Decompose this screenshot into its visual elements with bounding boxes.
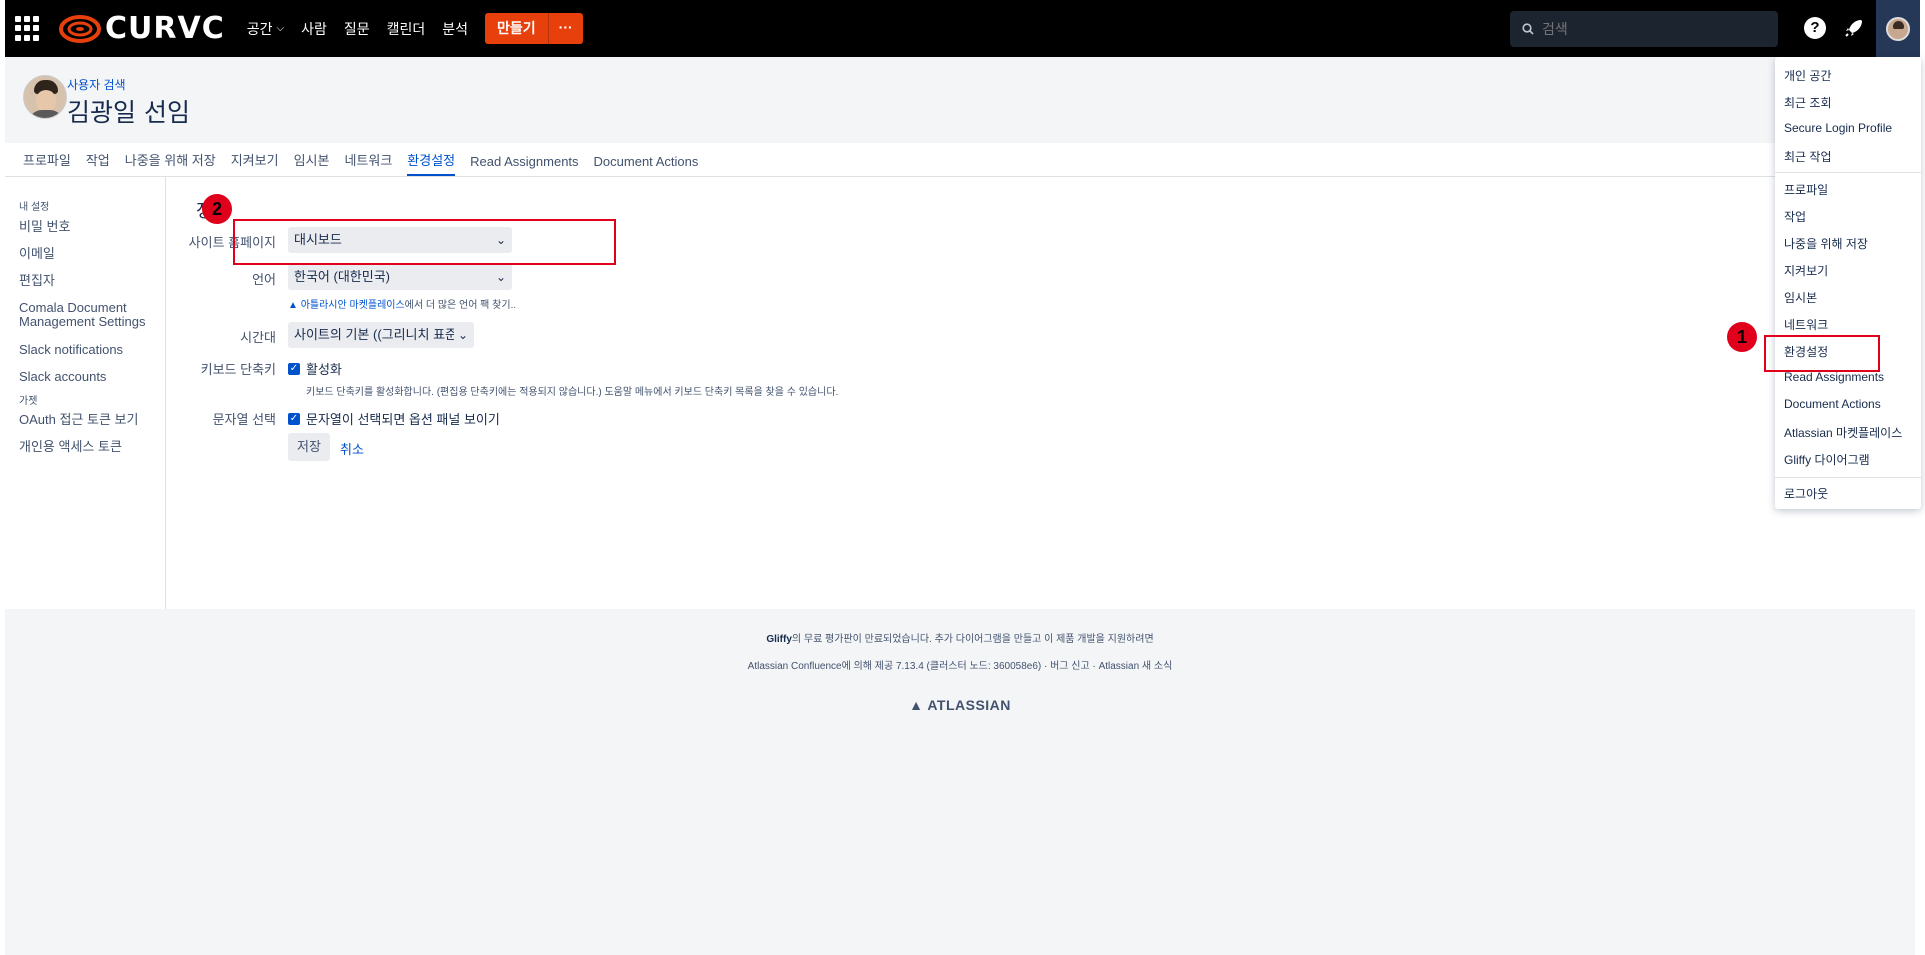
notifications-button[interactable] bbox=[1841, 15, 1867, 41]
shortcut-hint: 키보드 단축키를 활성화합니다. (편집용 단축키에는 적용되지 않습니다.) … bbox=[306, 387, 839, 398]
tab-network[interactable]: 네트워크 bbox=[344, 150, 392, 176]
search-icon bbox=[1522, 23, 1534, 35]
marketplace-link[interactable]: 아틀라시안 마켓플레이스 bbox=[301, 300, 405, 311]
menu-item-network[interactable]: 네트워크 bbox=[1784, 316, 1828, 333]
menu-item-personal-space[interactable]: 개인 공간 bbox=[1784, 67, 1832, 84]
marketplace-icon: ▲ bbox=[288, 300, 298, 311]
powered-by[interactable]: Atlassian Confluence에 의해 제공 7.13.4 (클러스터… bbox=[5, 657, 1915, 672]
menu-item-marketplace[interactable]: Atlassian 마켓플레이스 bbox=[1784, 424, 1902, 441]
primary-nav: 공간 ⌵ 사람 질문 캘린더 분석 만들기 ··· bbox=[247, 13, 583, 44]
tab-document-actions[interactable]: Document Actions bbox=[594, 154, 699, 176]
settings-sidebar: 내 설정 비밀 번호 이메일 편집자 Comala Document Manag… bbox=[5, 177, 166, 609]
chevron-down-icon: ⌵ bbox=[276, 23, 285, 34]
help-button[interactable]: ? bbox=[1802, 15, 1828, 41]
create-more-button[interactable]: ··· bbox=[547, 13, 583, 44]
sidebar-item-editor[interactable]: 편집자 bbox=[19, 274, 55, 288]
nav-calendar[interactable]: 캘린더 bbox=[387, 19, 426, 39]
profile-dropdown-menu: 개인 공간 최근 조회 Secure Login Profile 최근 작업 프… bbox=[1775, 57, 1921, 509]
tab-drafts[interactable]: 임시본 bbox=[294, 150, 330, 176]
timezone-label: 시간대 bbox=[240, 330, 276, 345]
page-title: 김광일 선임 bbox=[67, 98, 190, 127]
breadcrumb[interactable]: 사용자 검색 bbox=[67, 76, 126, 93]
shortcut-checkbox[interactable]: ✓ 활성화 bbox=[288, 359, 342, 378]
avatar bbox=[1886, 16, 1910, 41]
checkmark-icon: ✓ bbox=[288, 362, 300, 375]
rocket-icon bbox=[1845, 20, 1862, 37]
menu-item-read-assignments[interactable]: Read Assignments bbox=[1784, 370, 1884, 384]
top-navigation-bar: CURVC 공간⌵ 사람 질문 캘린더 분석 만들기 ··· ? bbox=[5, 0, 1920, 57]
cancel-button[interactable]: 취소 bbox=[340, 439, 364, 458]
menu-item-gliffy[interactable]: Gliffy 다이어그램 bbox=[1784, 451, 1870, 468]
sidebar-item-oauth-tokens[interactable]: OAuth 접근 토큰 보기 bbox=[19, 413, 138, 427]
nav-people[interactable]: 사람 bbox=[301, 19, 327, 39]
menu-item-profile[interactable]: 프로파일 bbox=[1784, 181, 1828, 198]
shortcut-label: 키보드 단축키 bbox=[200, 362, 276, 377]
profile-header: 사용자 검색 김광일 선임 bbox=[5, 57, 1915, 143]
sidebar-item-comala[interactable]: Comala Document Management Settings bbox=[19, 301, 154, 329]
tab-saved-for-later[interactable]: 나중을 위해 저장 bbox=[125, 150, 216, 176]
nav-analytics[interactable]: 분석 bbox=[442, 19, 468, 39]
language-hint: ▲ 아틀라시안 마켓플레이스에서 더 많은 언어 팩 찾기.. bbox=[288, 300, 517, 311]
menu-item-logout[interactable]: 로그아웃 bbox=[1784, 485, 1828, 502]
sidebar-heading-my-settings: 내 설정 bbox=[19, 202, 50, 213]
highlight-box-settings bbox=[1764, 335, 1880, 372]
menu-item-secure-login[interactable]: Secure Login Profile bbox=[1784, 121, 1892, 135]
site-logo[interactable]: CURVC bbox=[59, 11, 225, 46]
nav-spaces[interactable]: 공간 ⌵ bbox=[247, 19, 284, 39]
menu-item-tasks[interactable]: 작업 bbox=[1784, 208, 1806, 225]
save-button[interactable]: 저장 bbox=[288, 433, 330, 461]
curvc-swirl-icon bbox=[59, 14, 101, 43]
highlight-box-homepage bbox=[233, 219, 616, 265]
atlassian-icon: ▲ bbox=[909, 697, 928, 713]
tab-profile[interactable]: 프로파일 bbox=[23, 150, 71, 176]
language-select[interactable]: 한국어 (대한민국) ⌄ bbox=[288, 264, 512, 290]
sidebar-item-email[interactable]: 이메일 bbox=[19, 247, 55, 261]
menu-item-watching[interactable]: 지켜보기 bbox=[1784, 262, 1828, 279]
step-badge-2: 2 bbox=[202, 194, 232, 224]
menu-item-drafts[interactable]: 임시본 bbox=[1784, 289, 1817, 306]
menu-divider bbox=[1775, 172, 1921, 173]
sidebar-heading-gadgets: 가젯 bbox=[19, 396, 38, 407]
gliffy-notice: Gliffy의 무료 평가판이 만료되었습니다. 추가 다이어그램을 만들고 이… bbox=[766, 634, 1154, 645]
help-icon: ? bbox=[1804, 17, 1826, 39]
browser-page: CURVC 공간⌵ 사람 질문 캘린더 분석 만들기 ··· ? bbox=[5, 0, 1921, 955]
timezone-select[interactable]: 사이트의 기본 ((그리니치 표준시 +0⌄ bbox=[288, 322, 474, 348]
menu-item-recent-work[interactable]: 최근 작업 bbox=[1784, 148, 1832, 165]
atlassian-logo: ▲ ATLASSIAN bbox=[909, 697, 1011, 713]
tab-read-assignments[interactable]: Read Assignments bbox=[470, 154, 578, 176]
create-button[interactable]: 만들기 bbox=[485, 13, 548, 44]
profile-tabs: 프로파일 작업 나중을 위해 저장 지켜보기 임시본 네트워크 환경설정 Rea… bbox=[5, 143, 1915, 177]
tab-tasks[interactable]: 작업 bbox=[86, 150, 110, 176]
sidebar-item-personal-tokens[interactable]: 개인용 액세스 토큰 bbox=[19, 440, 122, 454]
menu-item-document-actions[interactable]: Document Actions bbox=[1784, 397, 1881, 411]
logo-text: CURVC bbox=[105, 11, 225, 46]
search-box[interactable] bbox=[1510, 11, 1778, 47]
chevron-down-icon: ⌄ bbox=[457, 328, 468, 342]
chevron-down-icon: ⌄ bbox=[495, 270, 506, 284]
page-footer: Gliffy의 무료 평가판이 만료되었습니다. 추가 다이어그램을 만들고 이… bbox=[5, 609, 1915, 955]
tab-settings[interactable]: 환경설정 bbox=[407, 150, 456, 176]
sidebar-item-password[interactable]: 비밀 번호 bbox=[19, 220, 70, 234]
sidebar-item-slack-notifications[interactable]: Slack notifications bbox=[19, 343, 123, 357]
step-badge-1: 1 bbox=[1727, 322, 1757, 352]
search-input[interactable] bbox=[1542, 21, 1742, 37]
selection-checkbox[interactable]: ✓ 문자열이 선택되면 옵션 패널 보이기 bbox=[288, 409, 500, 428]
app-switcher-icon[interactable] bbox=[15, 15, 41, 42]
menu-divider bbox=[1775, 477, 1921, 478]
tab-watching[interactable]: 지켜보기 bbox=[231, 150, 279, 176]
nav-questions[interactable]: 질문 bbox=[344, 19, 370, 39]
checkmark-icon: ✓ bbox=[288, 412, 300, 425]
menu-item-recently-viewed[interactable]: 최근 조회 bbox=[1784, 94, 1832, 111]
user-avatar bbox=[23, 75, 67, 119]
selection-label: 문자열 선택 bbox=[212, 412, 276, 427]
language-label: 언어 bbox=[252, 272, 276, 287]
menu-item-saved-for-later[interactable]: 나중을 위해 저장 bbox=[1784, 235, 1868, 252]
profile-menu-button[interactable] bbox=[1876, 0, 1920, 57]
sidebar-item-slack-accounts[interactable]: Slack accounts bbox=[19, 370, 106, 384]
